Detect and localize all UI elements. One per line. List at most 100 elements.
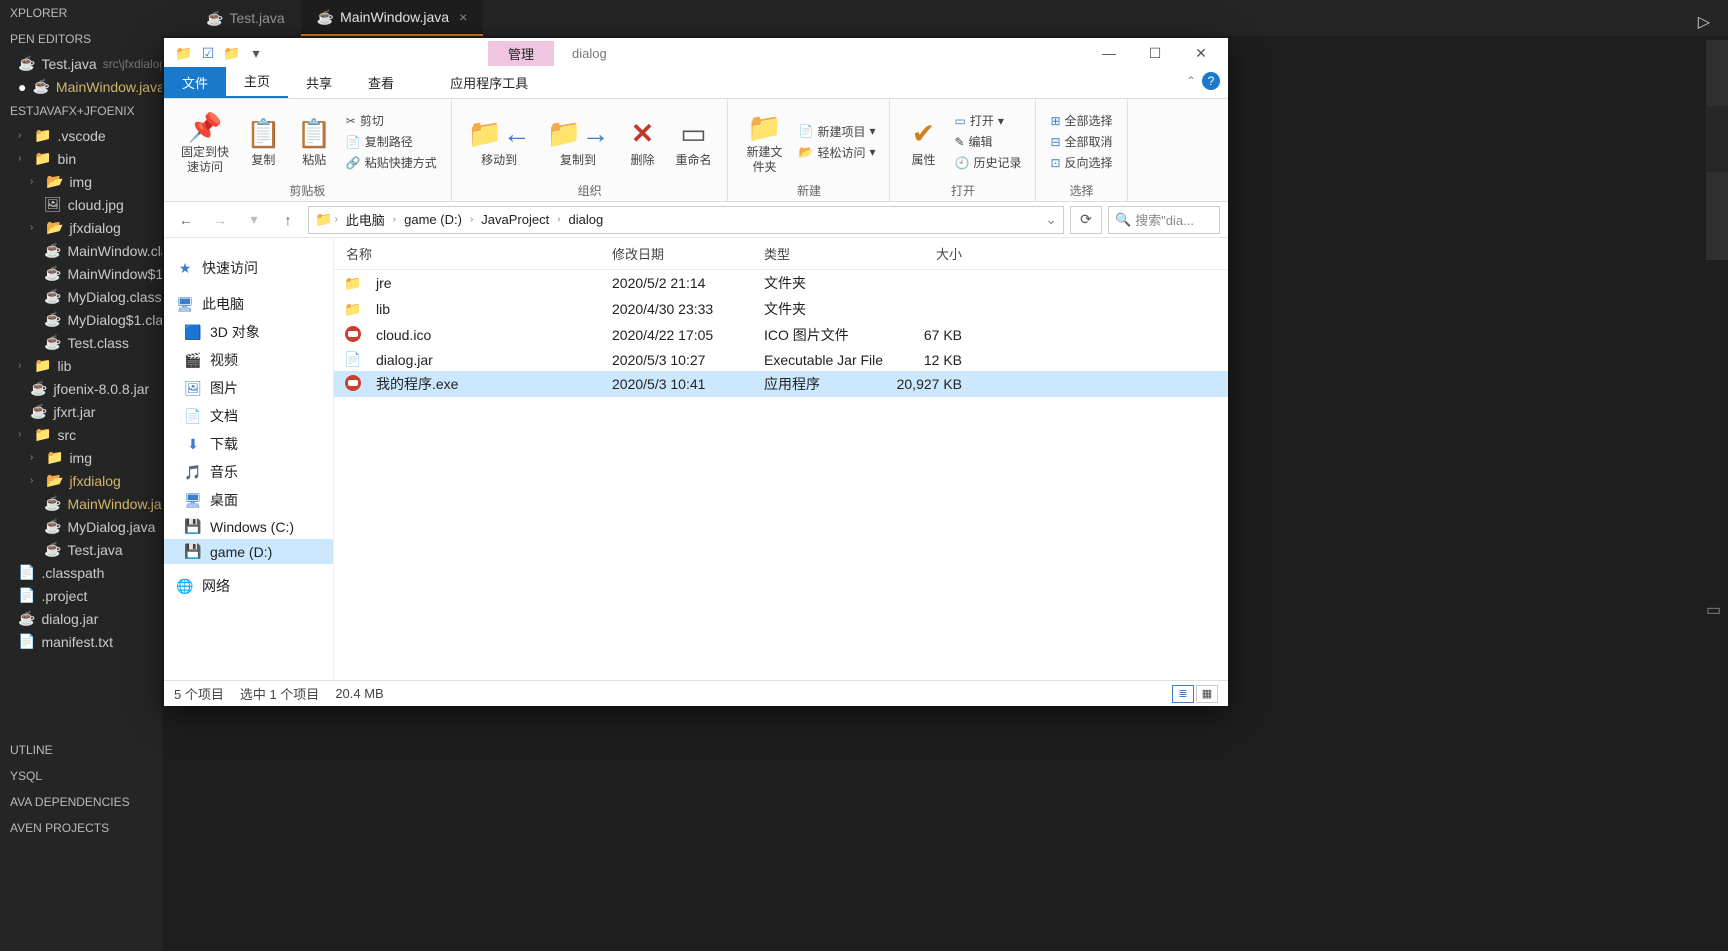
copy-button[interactable]: 📋复制 <box>240 103 287 180</box>
copy-path-button[interactable]: 📄复制路径 <box>342 132 441 151</box>
col-size[interactable]: 大小 <box>894 244 972 263</box>
tree-item[interactable]: ☕Test.class <box>0 331 162 354</box>
forward-button[interactable]: → <box>206 206 234 234</box>
invert-select-button[interactable]: ⊡反向选择 <box>1046 153 1116 172</box>
breadcrumb-seg[interactable]: game (D:) <box>398 210 468 229</box>
tab-share[interactable]: 共享 <box>288 67 350 98</box>
navpane-pc[interactable]: 🖥此电脑 <box>164 290 333 318</box>
tree-item[interactable]: 📄manifest.txt <box>0 630 162 653</box>
copyto-button[interactable]: 📁→复制到 <box>541 103 616 180</box>
table-row[interactable]: 📁jre2020/5/2 21:14文件夹 <box>334 270 1228 296</box>
tree-item[interactable]: ☕MyDialog.java <box>0 515 162 538</box>
list-header[interactable]: 名称 修改日期 类型 大小 <box>334 238 1228 270</box>
table-row[interactable]: cloud.ico2020/4/22 17:05ICO 图片文件67 KB <box>334 322 1228 348</box>
breadcrumb-seg[interactable]: dialog <box>563 210 610 229</box>
tab-home[interactable]: 主页 <box>226 65 288 98</box>
layout-icon[interactable]: ▭ <box>1706 600 1718 620</box>
tab-file[interactable]: 文件 <box>164 67 226 98</box>
moveto-button[interactable]: 📁←移动到 <box>462 103 537 180</box>
up-button[interactable]: ↑ <box>274 206 302 234</box>
navpane-network[interactable]: 🌐网络 <box>164 572 333 600</box>
tree-item[interactable]: 📄.project <box>0 584 162 607</box>
navpane-item[interactable]: 🎬视频 <box>164 346 333 374</box>
search-input[interactable]: 🔍搜索"dia... <box>1108 206 1220 234</box>
navpane-item[interactable]: 💾Windows (C:) <box>164 514 333 539</box>
col-type[interactable]: 类型 <box>764 244 894 263</box>
tree-item[interactable]: ☕MyDialog$1.class <box>0 308 162 331</box>
navpane-item[interactable]: 📄文档 <box>164 402 333 430</box>
tab-test[interactable]: ☕Test.java <box>190 0 301 36</box>
address-bar[interactable]: 📁› 此电脑› game (D:)› JavaProject› dialog ⌄ <box>308 206 1064 234</box>
navpane-item[interactable]: 🖼图片 <box>164 374 333 402</box>
cut-button[interactable]: ✂剪切 <box>342 111 441 130</box>
tab-apptools[interactable]: 应用程序工具 <box>432 67 546 98</box>
breadcrumb-seg[interactable]: JavaProject <box>475 210 555 229</box>
col-name[interactable]: 名称 <box>334 244 612 263</box>
java-deps-section[interactable]: AVA DEPENDENCIES <box>0 789 162 815</box>
maximize-button[interactable]: ☐ <box>1132 38 1178 68</box>
table-row[interactable]: 📄dialog.jar2020/5/3 10:27Executable Jar … <box>334 348 1228 371</box>
navpane-quick[interactable]: ★快速访问 <box>164 254 333 282</box>
tree-item[interactable]: ›📁lib <box>0 354 162 377</box>
refresh-button[interactable]: ⟳ <box>1070 206 1102 234</box>
mysql-section[interactable]: YSQL <box>0 763 162 789</box>
tree-item[interactable]: ☕MainWindow$1.cla <box>0 262 162 285</box>
folder-icon[interactable]: 📁 <box>224 45 240 61</box>
new-item-button[interactable]: 📄新建项目▾ <box>794 122 879 141</box>
tree-item[interactable]: ☕MyDialog.class <box>0 285 162 308</box>
titlebar[interactable]: 📁 ☑ 📁 ▾ 管理 dialog — ☐ ✕ <box>164 38 1228 68</box>
folder-icon[interactable]: 📁 <box>176 45 192 61</box>
delete-button[interactable]: ✕删除 <box>619 103 665 180</box>
back-button[interactable]: ← <box>172 206 200 234</box>
select-none-button[interactable]: ⊟全部取消 <box>1046 132 1116 151</box>
tree-item[interactable]: ›📂img <box>0 170 162 193</box>
help-icon[interactable]: ? <box>1202 72 1220 90</box>
view-icons-button[interactable]: ▦ <box>1196 685 1218 703</box>
navpane-item[interactable]: 🟦3D 对象 <box>164 318 333 346</box>
navpane-item[interactable]: ⬇下载 <box>164 430 333 458</box>
minimap[interactable] <box>1706 40 1728 260</box>
paste-shortcut-button[interactable]: 🔗粘贴快捷方式 <box>342 153 441 172</box>
navpane-item[interactable]: 🖥桌面 <box>164 486 333 514</box>
tree-item[interactable]: ›📁.vscode <box>0 124 162 147</box>
select-all-button[interactable]: ⊞全部选择 <box>1046 111 1116 130</box>
tree-item[interactable]: ☕dialog.jar <box>0 607 162 630</box>
open-button[interactable]: ▭打开▾ <box>950 111 1025 130</box>
tree-item[interactable]: ☕MainWindow.class <box>0 239 162 262</box>
tree-item[interactable]: ☕MainWindow.java <box>0 492 162 515</box>
run-icon[interactable]: ▷ <box>1698 12 1710 32</box>
dropdown-icon[interactable]: ▾ <box>248 45 264 61</box>
tab-mainwindow[interactable]: ☕MainWindow.java× <box>301 0 484 36</box>
tree-item[interactable]: ›📁src <box>0 423 162 446</box>
properties-button[interactable]: ✔属性 <box>900 103 946 180</box>
edit-button[interactable]: ✎编辑 <box>950 132 1025 151</box>
navpane-item[interactable]: 💾game (D:) <box>164 539 333 564</box>
tree-item[interactable]: 📄.classpath <box>0 561 162 584</box>
editor-item[interactable]: ●☕MainWindow.java ... <box>0 75 162 98</box>
table-row[interactable]: 📁lib2020/4/30 23:33文件夹 <box>334 296 1228 322</box>
editor-item[interactable]: ☕Test.java src\jfxdialog <box>0 52 162 75</box>
rename-button[interactable]: ▭重命名 <box>669 103 717 180</box>
navpane-item[interactable]: 🎵音乐 <box>164 458 333 486</box>
tree-item[interactable]: ›📁bin <box>0 147 162 170</box>
close-icon[interactable]: × <box>459 9 467 25</box>
tree-item[interactable]: 🖼cloud.jpg <box>0 193 162 216</box>
history-button[interactable]: 🕘历史记录 <box>950 153 1025 172</box>
recent-button[interactable]: ▾ <box>240 206 268 234</box>
col-date[interactable]: 修改日期 <box>612 244 764 263</box>
new-folder-button[interactable]: 📁新建文件夹 <box>738 103 790 180</box>
minimize-button[interactable]: — <box>1086 38 1132 68</box>
close-button[interactable]: ✕ <box>1178 38 1224 68</box>
table-row[interactable]: 我的程序.exe2020/5/3 10:41应用程序20,927 KB <box>334 371 1228 397</box>
tree-item[interactable]: ☕Test.java <box>0 538 162 561</box>
tree-item[interactable]: ☕jfoenix-8.0.8.jar <box>0 377 162 400</box>
paste-button[interactable]: 📋粘贴 <box>291 103 338 180</box>
collapse-ribbon-icon[interactable]: ⌃ <box>1186 74 1196 88</box>
view-details-button[interactable]: ≣ <box>1172 685 1194 703</box>
tree-item[interactable]: ›📂jfxdialog <box>0 216 162 239</box>
tree-item[interactable]: ›📂jfxdialog <box>0 469 162 492</box>
easy-access-button[interactable]: 📂轻松访问▾ <box>794 143 879 162</box>
checkbox-icon[interactable]: ☑ <box>200 45 216 61</box>
tree-item[interactable]: ›📁img <box>0 446 162 469</box>
outline-section[interactable]: UTLINE <box>0 737 162 763</box>
